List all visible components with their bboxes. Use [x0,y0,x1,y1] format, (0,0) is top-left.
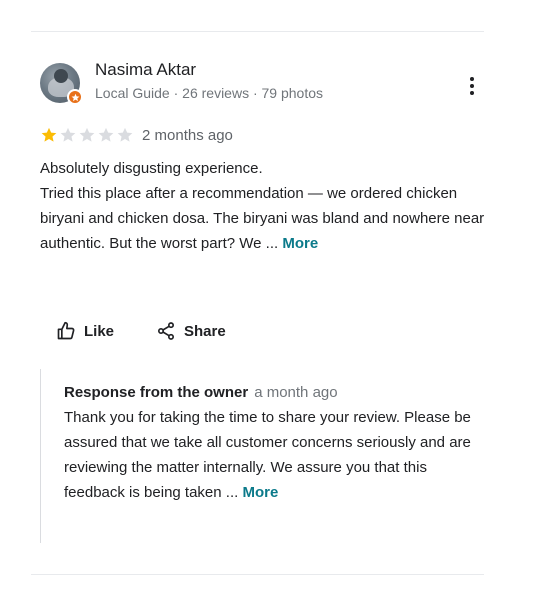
owner-response-date: a month ago [254,384,338,401]
star-empty-icon [60,127,76,142]
review-text: Absolutely disgusting experience. Tried … [40,156,490,256]
like-button[interactable]: Like [56,321,114,341]
rating-row: 2 months ago [40,126,233,144]
star-rating [40,126,134,144]
owner-response-more-link[interactable]: More [242,484,278,501]
star-empty-icon [98,127,114,142]
owner-response-title: Response from the owner [64,384,249,401]
review-more-link[interactable]: More [282,235,318,252]
reviewer-meta: Local Guide · 26 reviews · 79 photos [95,85,324,101]
review-date: 2 months ago [142,126,233,144]
review-first-line: Absolutely disgusting experience. [40,160,263,177]
star-empty-icon [117,127,133,142]
thumb-up-icon [57,321,75,340]
review-card: Nasima Aktar Local Guide · 26 reviews · … [0,0,537,601]
more-vert-icon[interactable] [462,76,482,96]
top-divider [31,31,484,32]
share-icon [158,322,175,340]
share-button[interactable]: Share [156,321,226,341]
local-guide-star-icon [67,89,83,105]
reviewer-name[interactable]: Nasima Aktar [95,60,196,80]
share-label: Share [184,322,226,340]
owner-response: Response from the owner a month ago Thank… [40,369,487,543]
review-body: Tried this place after a recommendation … [40,185,485,252]
review-actions: Like Share [56,321,226,341]
bottom-divider [31,574,484,575]
like-label: Like [84,322,115,340]
star-empty-icon [79,127,95,142]
reviewer-avatar[interactable] [40,63,83,105]
star-filled-icon [41,127,57,142]
